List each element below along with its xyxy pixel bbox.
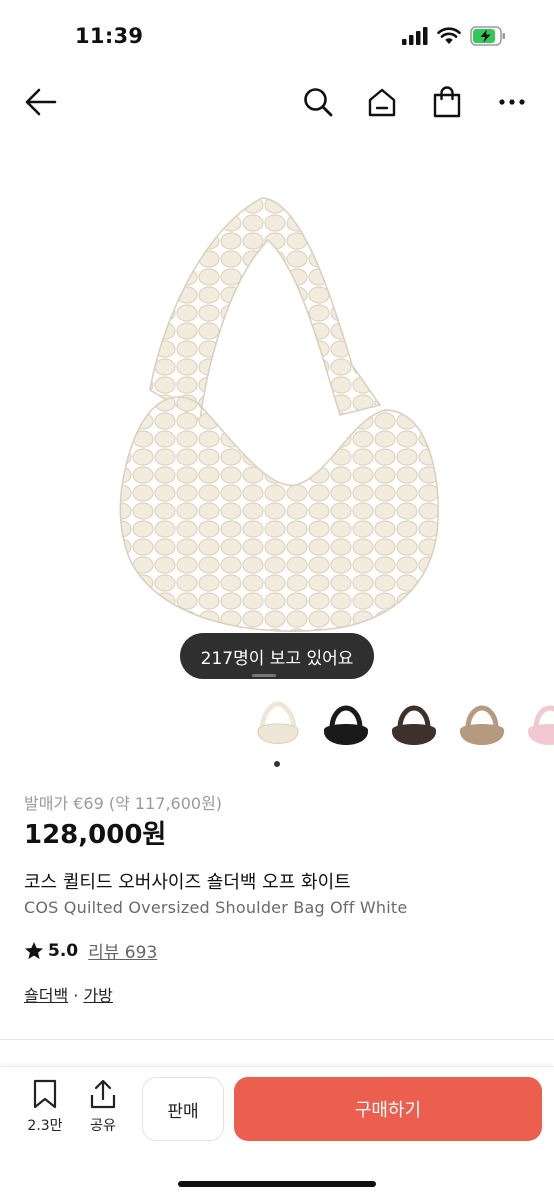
share-button[interactable]: 공유: [78, 1079, 128, 1135]
category-shoulder-bag[interactable]: 숄더백: [24, 986, 68, 1005]
top-navigation: [0, 78, 554, 126]
cart-button[interactable]: [425, 78, 469, 126]
bookmark-count: 2.3만: [27, 1118, 63, 1134]
retail-price: 발매가 €69 (약 117,600원): [24, 794, 223, 813]
category-breadcrumb: 숄더백 · 가방: [24, 982, 113, 1006]
thumbnail-off-white[interactable]: [250, 696, 306, 756]
rating-row: 5.0 리뷰 693: [24, 938, 157, 963]
image-page-indicator: [252, 674, 276, 677]
wifi-icon: [437, 27, 461, 44]
home-indicator: [178, 1181, 376, 1187]
category-separator: ·: [73, 986, 79, 1005]
share-label: 공유: [90, 1118, 116, 1134]
back-button[interactable]: [18, 78, 62, 126]
star-icon: [25, 941, 43, 959]
home-icon: [368, 88, 396, 117]
share-icon: [90, 1079, 116, 1109]
status-bar: 11:39: [0, 0, 554, 70]
thumbnail-pink[interactable]: [522, 696, 554, 756]
bookmark-button[interactable]: 2.3만: [20, 1079, 70, 1135]
more-button[interactable]: [490, 78, 534, 126]
sell-button[interactable]: 판매: [142, 1077, 224, 1141]
signal-icon: [402, 27, 428, 45]
status-time: 11:39: [75, 24, 144, 48]
home-button[interactable]: [360, 78, 404, 126]
product-image[interactable]: [0, 160, 554, 680]
bookmark-icon: [33, 1079, 57, 1109]
shopping-bag-icon: [433, 86, 461, 118]
product-title-english: COS Quilted Oversized Shoulder Bag Off W…: [24, 898, 408, 917]
thumbnail-brown[interactable]: [386, 696, 442, 756]
thumbnail-black[interactable]: [318, 696, 374, 756]
color-thumbnails: [0, 690, 554, 770]
more-icon: [499, 99, 525, 105]
rating-value: 5.0: [48, 940, 79, 961]
back-arrow-icon: [25, 88, 57, 116]
search-icon: [304, 88, 333, 117]
quilted-bag-illustration: [119, 197, 439, 632]
status-icons: [402, 26, 506, 46]
viewers-badge: 217명이 보고 있어요: [180, 633, 374, 679]
review-link[interactable]: 리뷰 693: [88, 938, 157, 963]
category-bag[interactable]: 가방: [83, 986, 112, 1005]
product-title-korean: 코스 퀼티드 오버사이즈 숄더백 오프 화이트: [24, 872, 351, 893]
battery-charging-icon: [470, 26, 505, 46]
buy-button[interactable]: 구매하기: [234, 1077, 542, 1141]
thumbnail-taupe[interactable]: [454, 696, 510, 756]
thumbnail-selected-dot: [274, 761, 280, 767]
product-price: 128,000원: [24, 820, 167, 850]
section-divider: [0, 1039, 554, 1040]
search-button[interactable]: [296, 78, 340, 126]
bottom-action-bar: 2.3만 공유 판매 구매하기: [0, 1066, 554, 1200]
